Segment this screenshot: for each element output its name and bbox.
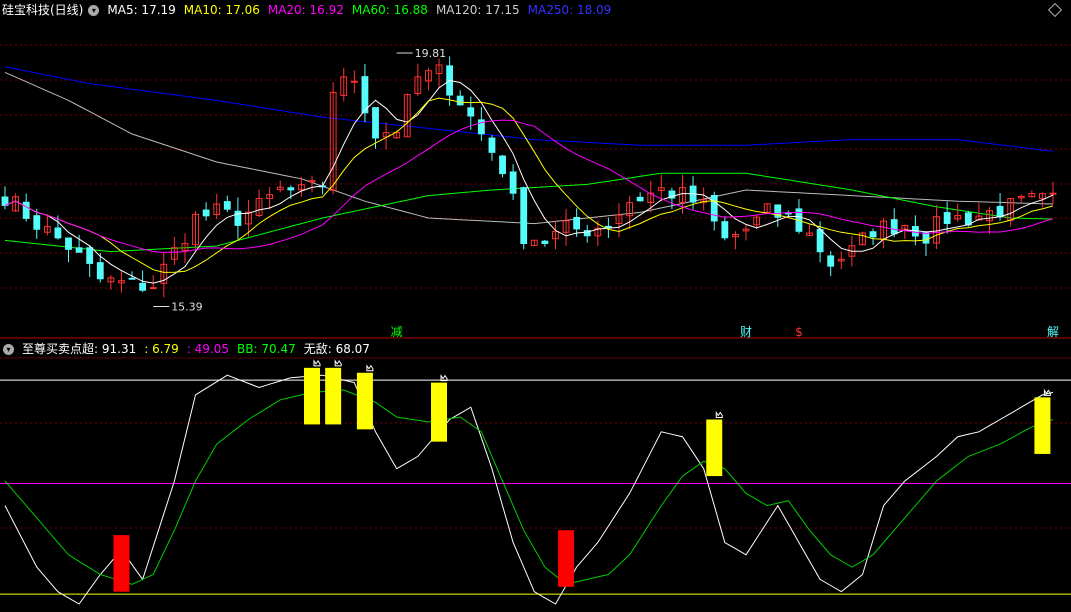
- sell-signal-bar: [706, 419, 723, 477]
- candle-body: [1049, 192, 1057, 195]
- candle-body: [467, 107, 475, 117]
- event-marker: 财: [740, 325, 752, 339]
- candle-body: [499, 155, 506, 175]
- candle-body: [372, 107, 379, 139]
- crown-icon: [334, 359, 342, 367]
- candle-body: [573, 217, 581, 230]
- sell-signal-bar: [431, 382, 448, 442]
- ma60-label: MA60: 16.88: [351, 3, 428, 17]
- ma250-line: [4, 66, 1054, 152]
- indicator-value-2: : 6.79: [144, 342, 179, 356]
- candle-body: [361, 76, 369, 114]
- ma5-label: MA5: 17.19: [107, 3, 176, 17]
- sell-signal-bar: [325, 367, 342, 425]
- candle-body: [541, 240, 549, 244]
- candle-body: [22, 201, 30, 219]
- candle-body: [86, 247, 94, 264]
- candle-body: [922, 232, 930, 244]
- crown-icon: [715, 410, 723, 418]
- stock-chart[interactable]: 19.81 15.39 减 财 $ 解: [0, 0, 1071, 612]
- main-header: 硅宝科技(日线) ▾ MA5: 17.19 MA10: 17.06 MA20: 16.9…: [0, 0, 619, 20]
- indicator-line: [4, 389, 1054, 585]
- candle-body: [149, 287, 157, 290]
- indicator-header: ▾ 至尊买卖点超: 91.31 : 6.79 : 49.05 BB: 70.47 无敌: …: [0, 339, 378, 359]
- price-annotations: 19.81 15.39 减 财 $ 解: [153, 47, 1059, 339]
- candle-body: [456, 95, 464, 106]
- ma20-label: MA20: 16.92: [267, 3, 344, 17]
- buy-signal-bar: [113, 535, 130, 592]
- candle-body: [509, 171, 517, 194]
- candle-body: [128, 277, 136, 280]
- ma120-line: [4, 71, 1054, 225]
- candle-body: [710, 194, 718, 222]
- candle-body: [520, 187, 528, 245]
- ma250-label: MA250: 18.09: [527, 3, 612, 17]
- sell-signal-bar: [1034, 397, 1051, 454]
- sell-signal-bar: [356, 372, 373, 430]
- indicator-value-1: : 91.31: [94, 342, 137, 356]
- chevron-down-icon[interactable]: ▾: [3, 344, 14, 355]
- indicator-line: [4, 374, 1054, 605]
- candle-body: [350, 80, 358, 83]
- indicator-panel: [0, 359, 1071, 605]
- candle-body: [488, 137, 496, 153]
- crown-icon: [366, 364, 374, 372]
- event-marker: 减: [391, 325, 403, 339]
- low-price-label: 15.39: [171, 301, 203, 314]
- candle-body: [96, 262, 104, 280]
- candle-body: [202, 209, 210, 217]
- high-price-label: 19.81: [415, 47, 447, 60]
- candle-body: [721, 221, 729, 239]
- candle-body: [54, 227, 62, 239]
- indicator-value-3: : 49.05: [186, 342, 230, 356]
- candle-body: [636, 196, 644, 202]
- candle-body: [75, 247, 83, 253]
- ma10-label: MA10: 17.06: [183, 3, 260, 17]
- stock-name: 硅宝科技(日线): [2, 3, 84, 17]
- candle-body: [827, 255, 835, 267]
- candle-body: [869, 231, 877, 238]
- candle-body: [139, 282, 147, 291]
- candle-body: [33, 215, 41, 230]
- candle-body: [65, 237, 72, 250]
- ma10-line: [4, 97, 1054, 273]
- crown-icon: [313, 359, 321, 367]
- buy-signal-bar: [558, 530, 575, 587]
- ma120-label: MA120: 17.15: [435, 3, 520, 17]
- indicator-name: 至尊买卖点超: [22, 342, 95, 356]
- ma60-line: [4, 172, 1054, 253]
- indicator-bb: BB: 70.47: [237, 342, 296, 356]
- chevron-down-icon[interactable]: ▾: [88, 5, 100, 16]
- candle-body: [996, 205, 1004, 218]
- candle-body: [816, 229, 824, 253]
- indicator-wudi: 无敌: 68.07: [303, 342, 370, 356]
- event-marker: $: [795, 325, 803, 339]
- sell-signal-bar: [303, 367, 320, 425]
- candle-body: [890, 219, 898, 235]
- event-marker: 解: [1047, 325, 1059, 339]
- candle-body: [943, 212, 951, 224]
- price-grid: [0, 44, 1071, 529]
- candle-body: [287, 187, 295, 191]
- candle-body: [223, 201, 231, 210]
